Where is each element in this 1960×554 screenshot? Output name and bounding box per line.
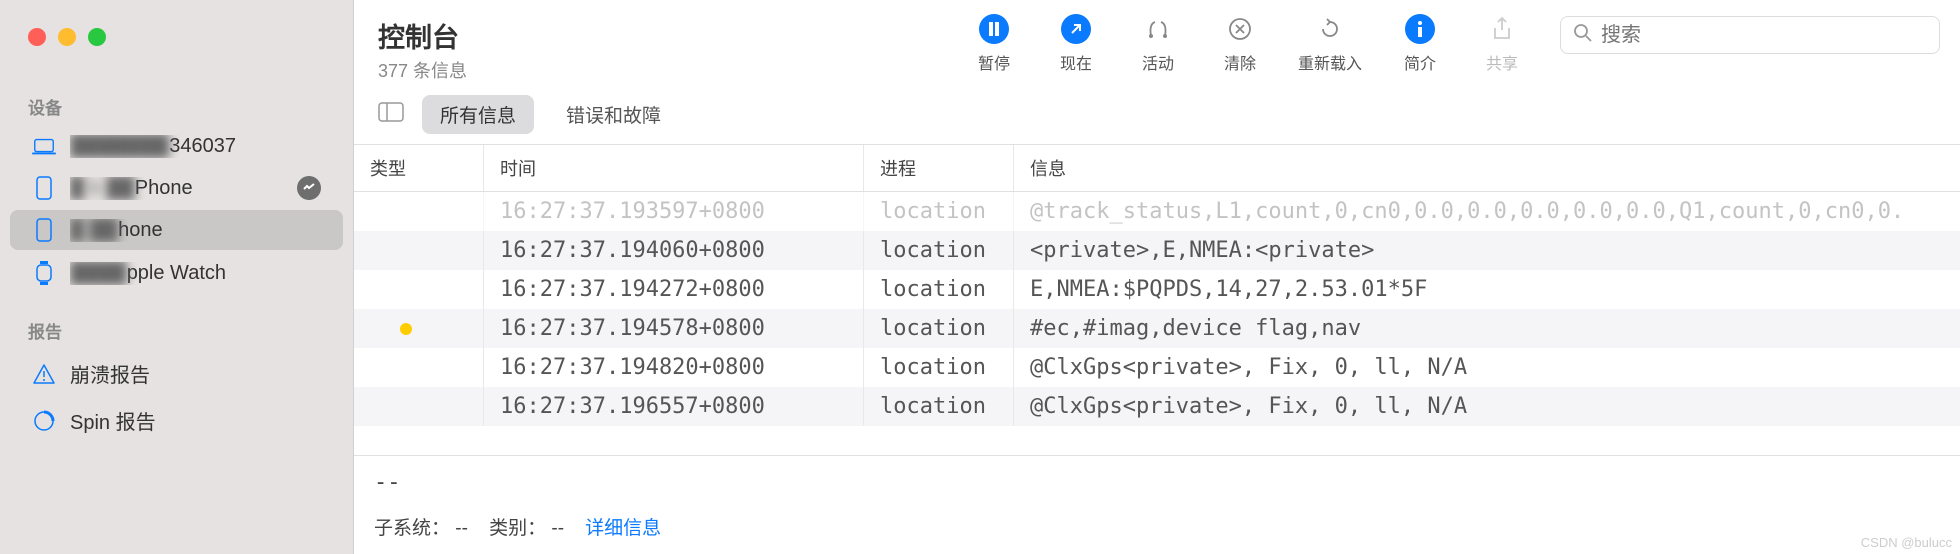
spin-icon (32, 410, 56, 432)
search-icon (1573, 23, 1593, 48)
sidebar-toggle-icon[interactable] (374, 98, 408, 131)
share-button[interactable]: 共享 (1478, 14, 1526, 74)
clear-icon (1225, 14, 1255, 44)
share-icon (1487, 14, 1517, 44)
close-icon[interactable] (28, 28, 46, 46)
phone-icon (32, 218, 56, 242)
report-label: Spin 报告 (70, 406, 321, 435)
filter-bar: 所有信息 错误和故障 (354, 83, 1960, 145)
reports-section-title: 报告 (0, 312, 353, 349)
activity-button[interactable]: 活动 (1134, 14, 1182, 74)
search-box[interactable] (1560, 16, 1940, 54)
subsystem-value: -- (455, 518, 468, 539)
table-body[interactable]: 16:27:37.193597+0800location@track_statu… (354, 192, 1960, 455)
now-button[interactable]: 现在 (1052, 14, 1100, 74)
report-label: 崩溃报告 (70, 359, 321, 388)
log-table: 类型 时间 进程 信息 16:27:37.193597+0800location… (354, 145, 1960, 455)
sidebar-device-mac[interactable]: ███████346037 (10, 127, 343, 166)
detail-meta: 子系统： -- 类别： -- 详细信息 (374, 513, 1940, 540)
reload-icon (1315, 14, 1345, 44)
table-row[interactable]: 16:27:37.196557+0800location@ClxGps<priv… (354, 387, 1960, 426)
category-value: -- (551, 518, 564, 539)
watermark: CSDN @bulucc (1861, 535, 1952, 550)
clear-button[interactable]: 清除 (1216, 14, 1264, 74)
sidebar-device-watch[interactable]: ████pple Watch (10, 252, 343, 294)
detail-content: -- (374, 470, 1940, 495)
arrow-icon (1061, 14, 1091, 44)
minimize-icon[interactable] (58, 28, 76, 46)
device-label: ████pple Watch (70, 262, 321, 285)
table-row[interactable]: 16:27:37.194820+0800location@ClxGps<priv… (354, 348, 1960, 387)
sidebar: 设备 ███████346037 █ b ██Phone █ ██hone (0, 0, 354, 554)
table-header: 类型 时间 进程 信息 (354, 145, 1960, 192)
th-process[interactable]: 进程 (864, 145, 1014, 191)
detail-more-link[interactable]: 详细信息 (585, 518, 661, 539)
devices-section-title: 设备 (0, 88, 353, 125)
message-count: 377 条信息 (378, 57, 467, 83)
device-label: █ b ██Phone (70, 177, 283, 200)
phone-icon (32, 176, 56, 200)
maximize-icon[interactable] (88, 28, 106, 46)
device-label: █ ██hone (70, 219, 321, 242)
messenger-icon (297, 176, 321, 200)
window-controls (0, 28, 353, 46)
warning-icon (32, 363, 56, 385)
th-message[interactable]: 信息 (1014, 145, 1960, 191)
table-row[interactable]: 16:27:37.193597+0800location@track_statu… (354, 192, 1960, 231)
th-type[interactable]: 类型 (354, 145, 484, 191)
info-icon (1405, 14, 1435, 44)
table-row[interactable]: 16:27:37.194272+0800locationE,NMEA:$PQPD… (354, 270, 1960, 309)
subsystem-label: 子系统： (374, 518, 450, 539)
sidebar-device-phone2[interactable]: █ ██hone (10, 210, 343, 250)
laptop-icon (32, 138, 56, 156)
search-input[interactable] (1601, 24, 1927, 47)
warning-dot-icon (400, 323, 412, 335)
filter-errors[interactable]: 错误和故障 (548, 95, 679, 134)
toolbar: 控制台 377 条信息 暂停 现在 (354, 0, 1960, 83)
info-button[interactable]: 简介 (1396, 14, 1444, 74)
pause-button[interactable]: 暂停 (970, 14, 1018, 74)
watch-icon (32, 260, 56, 286)
sidebar-crash-reports[interactable]: 崩溃报告 (10, 351, 343, 396)
detail-pane: -- 子系统： -- 类别： -- 详细信息 (354, 455, 1960, 554)
pause-icon (979, 14, 1009, 44)
main-content: 控制台 377 条信息 暂停 现在 (354, 0, 1960, 554)
category-label: 类别： (489, 518, 546, 539)
sidebar-device-phone1[interactable]: █ b ██Phone (10, 168, 343, 208)
app-title: 控制台 (378, 16, 467, 55)
table-row[interactable]: 16:27:37.194060+0800location<private>,E,… (354, 231, 1960, 270)
device-label: ███████346037 (70, 135, 321, 158)
reload-button[interactable]: 重新载入 (1298, 14, 1362, 74)
filter-all[interactable]: 所有信息 (422, 95, 534, 134)
table-row[interactable]: 16:27:37.194578+0800location#ec,#imag,de… (354, 309, 1960, 348)
activity-icon (1143, 14, 1173, 44)
th-time[interactable]: 时间 (484, 145, 864, 191)
sidebar-spin-reports[interactable]: Spin 报告 (10, 398, 343, 443)
